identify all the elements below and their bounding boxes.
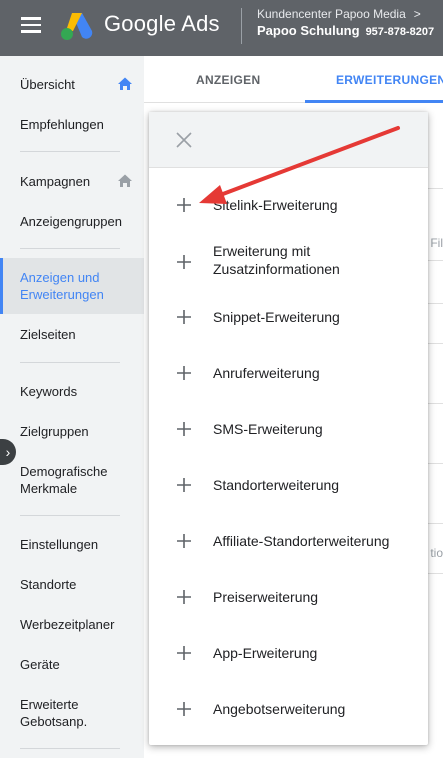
menu-header bbox=[149, 112, 428, 168]
sidebar-item-label: Einstellungen bbox=[20, 537, 99, 552]
sidebar-item-demografische-merkmale[interactable]: Demografische Merkmale bbox=[0, 463, 144, 497]
menu-item-sitelink-erweiterung[interactable]: Sitelink-Erweiterung bbox=[149, 193, 428, 217]
menu-item-standorterweiterung[interactable]: Standorterweiterung bbox=[149, 473, 428, 497]
menu-item-anruferweiterung[interactable]: Anruferweiterung bbox=[149, 361, 428, 385]
account-switcher[interactable]: Kundencenter Papoo Media > Papoo Schulung… bbox=[257, 7, 434, 38]
sidebar: Übersicht Empfehlungen Kampagnen Anzeige… bbox=[0, 56, 144, 758]
plus-icon bbox=[177, 646, 191, 660]
sidebar-item-label: Zielseiten bbox=[20, 327, 76, 342]
menu-item-label: SMS-Erweiterung bbox=[213, 421, 323, 437]
plus-icon bbox=[177, 478, 191, 492]
menu-item-app-erweiterung[interactable]: App-Erweiterung bbox=[149, 641, 428, 665]
menu-item-preiserweiterung[interactable]: Preiserweiterung bbox=[149, 585, 428, 609]
menu-item-zusatzinformationen[interactable]: Erweiterung mit Zusatzinformationen bbox=[149, 242, 428, 282]
sidebar-divider bbox=[20, 248, 120, 249]
menu-item-label: Affiliate-Standorterweiterung bbox=[213, 533, 390, 549]
plus-icon bbox=[177, 590, 191, 604]
plus-icon bbox=[177, 198, 191, 212]
tab-erweiterungen[interactable]: ERWEITERUNGEN bbox=[336, 73, 443, 87]
sidebar-item-kampagnen[interactable]: Kampagnen bbox=[0, 173, 144, 190]
extension-type-menu: Sitelink-Erweiterung Erweiterung mit Zus… bbox=[149, 112, 428, 745]
menu-item-label: Sitelink-Erweiterung bbox=[213, 197, 338, 213]
account-id: 957-878-8207 bbox=[365, 26, 435, 38]
menu-item-label: Snippet-Erweiterung bbox=[213, 309, 340, 325]
sidebar-item-label: Demografische Merkmale bbox=[20, 464, 108, 496]
sidebar-item-zielgruppen[interactable]: Zielgruppen bbox=[0, 423, 144, 440]
plus-icon bbox=[177, 534, 191, 548]
filter-fragment: Fil bbox=[430, 236, 443, 250]
sidebar-item-empfehlungen[interactable]: Empfehlungen bbox=[0, 116, 144, 133]
sidebar-item-werbezeitplaner[interactable]: Werbezeitplaner bbox=[0, 616, 144, 633]
app-header: Google Ads Kundencenter Papoo Media > Pap… bbox=[0, 0, 443, 56]
sidebar-item-einstellungen[interactable]: Einstellungen bbox=[0, 536, 144, 553]
tab-anzeigen[interactable]: ANZEIGEN bbox=[196, 73, 260, 87]
sidebar-item-label: Kampagnen bbox=[20, 174, 91, 189]
sidebar-divider bbox=[20, 362, 120, 363]
sidebar-item-uebersicht[interactable]: Übersicht bbox=[0, 76, 144, 93]
sidebar-item-anzeigen-und-erweiterungen[interactable]: Anzeigen und Erweiterungen bbox=[0, 258, 144, 314]
sidebar-item-standorte[interactable]: Standorte bbox=[0, 576, 144, 593]
menu-icon[interactable] bbox=[21, 17, 41, 33]
sidebar-item-label: Übersicht bbox=[20, 77, 75, 92]
sidebar-item-label: Standorte bbox=[20, 577, 77, 592]
menu-item-affiliate-standorterweiterung[interactable]: Affiliate-Standorterweiterung bbox=[149, 529, 428, 553]
sidebar-item-label: Empfehlungen bbox=[20, 117, 104, 132]
sidebar-item-label: Erweiterte Gebotsanp. bbox=[20, 697, 88, 729]
brand-name: Google Ads bbox=[104, 11, 220, 36]
menu-item-label: Preiserweiterung bbox=[213, 589, 319, 605]
tab-bar: ANZEIGEN ERWEITERUNGEN bbox=[144, 56, 443, 103]
sidebar-item-label: Keywords bbox=[20, 384, 78, 399]
sidebar-item-zielseiten[interactable]: Zielseiten bbox=[0, 326, 144, 343]
chevron-right-icon: > bbox=[413, 7, 421, 21]
plus-icon bbox=[177, 366, 191, 380]
home-icon bbox=[118, 174, 132, 187]
sidebar-item-label: Anzeigengruppen bbox=[20, 214, 122, 229]
plus-icon bbox=[177, 422, 191, 436]
menu-item-label: Standorterweiterung bbox=[213, 477, 340, 493]
sidebar-divider bbox=[20, 515, 120, 516]
close-icon[interactable] bbox=[174, 130, 194, 150]
plus-icon bbox=[177, 702, 191, 716]
menu-item-label: Angebotserweiterung bbox=[213, 701, 346, 717]
sidebar-item-geraete[interactable]: Geräte bbox=[0, 656, 144, 673]
menu-item-sms-erweiterung[interactable]: SMS-Erweiterung bbox=[149, 417, 428, 441]
menu-item-snippet-erweiterung[interactable]: Snippet-Erweiterung bbox=[149, 305, 428, 329]
menu-item-label: Erweiterung mit Zusatzinformationen bbox=[213, 243, 340, 277]
menu-item-label: App-Erweiterung bbox=[213, 645, 318, 661]
header-divider bbox=[241, 8, 242, 44]
account-manager-name: Kundencenter Papoo Media bbox=[257, 7, 406, 21]
column-fragment: tio bbox=[430, 546, 443, 560]
home-icon bbox=[118, 77, 132, 90]
plus-icon bbox=[177, 310, 191, 324]
sidebar-item-label: Zielgruppen bbox=[20, 424, 89, 439]
sidebar-item-label: Werbezeitplaner bbox=[20, 617, 115, 632]
plus-icon bbox=[177, 255, 191, 269]
sidebar-item-erweiterte-gebotsanp[interactable]: Erweiterte Gebotsanp. bbox=[0, 696, 144, 730]
sidebar-divider bbox=[20, 151, 120, 152]
sidebar-divider bbox=[20, 748, 120, 749]
account-name: Papoo Schulung bbox=[257, 23, 360, 38]
sidebar-item-label: Geräte bbox=[20, 657, 60, 672]
sidebar-item-label: Anzeigen und Erweiterungen bbox=[20, 270, 104, 302]
sidebar-item-keywords[interactable]: Keywords bbox=[0, 383, 144, 400]
menu-item-label: Anruferweiterung bbox=[213, 365, 320, 381]
google-ads-logo-icon bbox=[61, 13, 93, 40]
menu-item-angebotserweiterung[interactable]: Angebotserweiterung bbox=[149, 697, 428, 721]
sidebar-item-anzeigengruppen[interactable]: Anzeigengruppen bbox=[0, 213, 144, 230]
